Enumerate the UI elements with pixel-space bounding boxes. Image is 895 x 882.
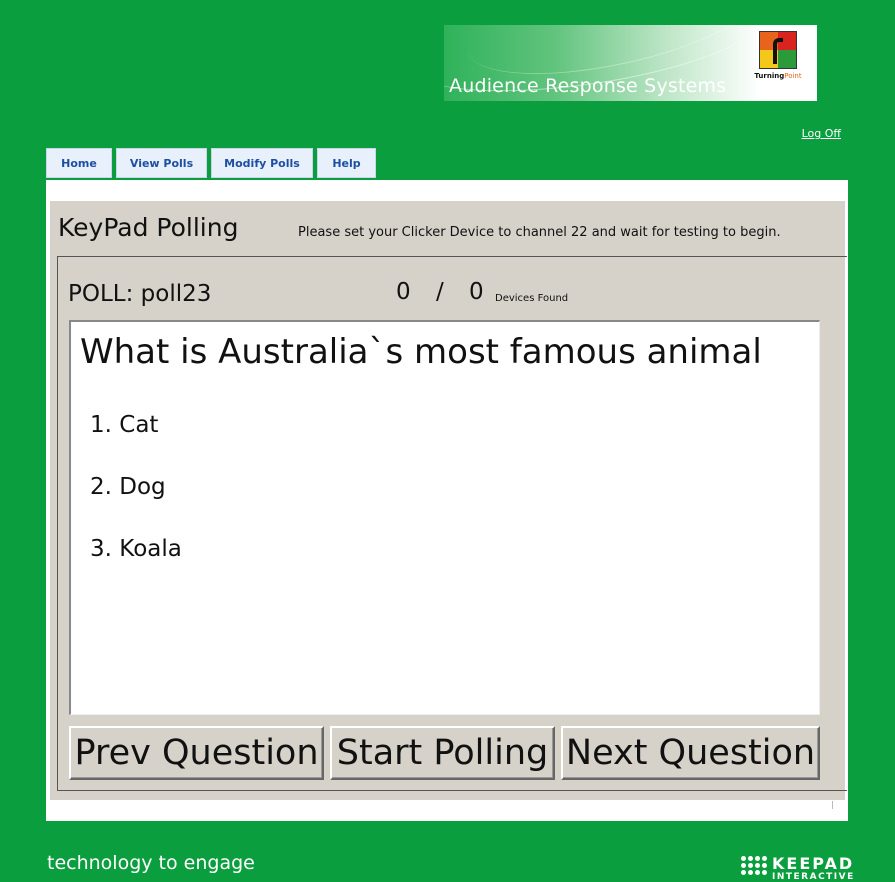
tab-modify-polls[interactable]: Modify Polls	[211, 148, 313, 178]
keepad-dots-icon	[741, 856, 767, 875]
poll-name: POLL: poll23	[68, 281, 212, 307]
header-banner: Audience Response Systems TurningPoint	[444, 25, 817, 101]
turningpoint-logo-text: TurningPoint	[754, 72, 802, 80]
banner-title: Audience Response Systems	[449, 75, 727, 97]
answer-item: 2. Dog	[90, 474, 166, 500]
tab-view-polls[interactable]: View Polls	[116, 148, 207, 178]
tab-home[interactable]: Home	[46, 148, 112, 178]
turningpoint-logo-icon	[759, 31, 797, 69]
devices-responded: 0	[396, 279, 411, 305]
answer-item: 1. Cat	[90, 412, 159, 438]
question-text: What is Australia`s most famous animal	[80, 332, 762, 372]
answer-item: 3. Koala	[90, 536, 182, 562]
device-counter: 0 / 0	[396, 279, 484, 305]
log-off-link[interactable]: Log Off	[802, 127, 841, 140]
content-panel: KeyPad Polling Please set your Clicker D…	[46, 180, 848, 821]
keypad-polling-panel: KeyPad Polling Please set your Clicker D…	[50, 201, 847, 809]
turningpoint-logo: TurningPoint	[753, 31, 803, 93]
devices-separator: /	[435, 279, 444, 305]
devices-total: 0	[469, 279, 484, 305]
keepad-brand: KEEPAD	[772, 854, 855, 873]
start-polling-button[interactable]: Start Polling	[330, 726, 555, 780]
devices-found-label: Devices Found	[495, 293, 569, 304]
instruction-text: Please set your Clicker Device to channe…	[298, 225, 781, 240]
question-display: What is Australia`s most famous animal 1…	[69, 320, 820, 715]
footer-tagline: technology to engage	[47, 852, 255, 874]
poll-box: POLL: poll23 0 / 0 Devices Found What is…	[57, 256, 847, 791]
tab-help[interactable]: Help	[317, 148, 376, 178]
keepad-logo: KEEPAD INTERACTIVE	[741, 856, 855, 882]
page-title: KeyPad Polling	[58, 213, 239, 242]
prev-question-button[interactable]: Prev Question	[69, 726, 324, 780]
next-question-button[interactable]: Next Question	[561, 726, 820, 780]
keepad-sub: INTERACTIVE	[772, 872, 855, 882]
divider	[832, 801, 833, 809]
